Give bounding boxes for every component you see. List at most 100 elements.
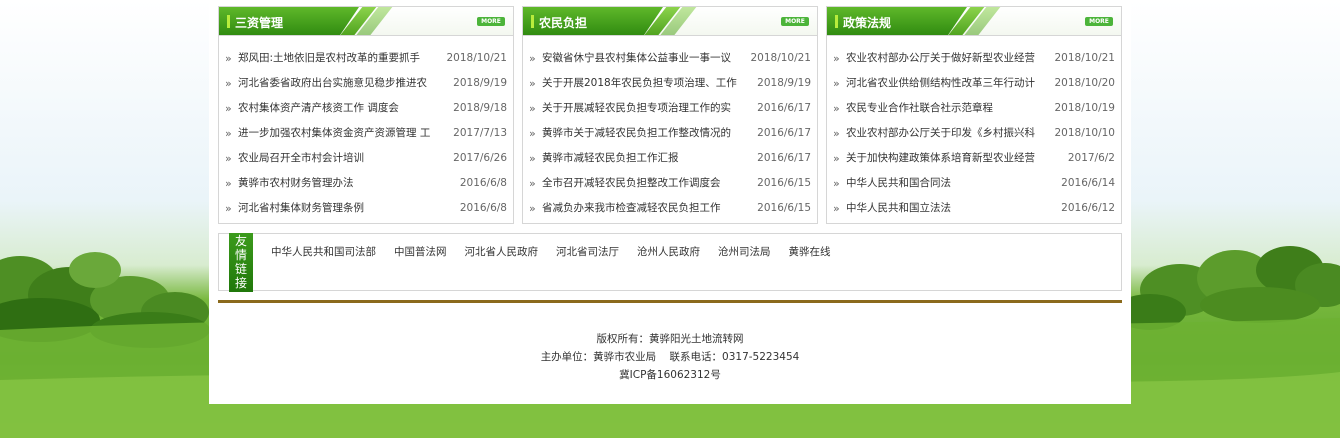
link-hebei-justice-department[interactable]: 河北省司法厅 bbox=[556, 244, 619, 259]
news-title[interactable]: 农民专业合作社联合社示范章程 bbox=[846, 96, 1053, 121]
link-cangzhou-government[interactable]: 沧州人民政府 bbox=[637, 244, 700, 259]
footer: 版权所有：黄骅阳光土地流转网 主办单位：黄骅市农业局 联系电话：0317-522… bbox=[209, 330, 1131, 384]
right-trees bbox=[1114, 246, 1340, 330]
news-title[interactable]: 农业农村部办公厅关于做好新型农业经营 bbox=[846, 46, 1053, 71]
list-item[interactable]: » 省减负办来我市检查减轻农民负担工作 2016/6/15 bbox=[529, 196, 813, 221]
more-button[interactable]: MORE bbox=[1085, 17, 1113, 26]
news-title[interactable]: 黄骅市农村财务管理办法 bbox=[238, 171, 445, 196]
list-item[interactable]: » 关于加快构建政策体系培育新型农业经营 2017/6/2 bbox=[833, 146, 1117, 171]
news-title[interactable]: 河北省村集体财务管理条例 bbox=[238, 196, 445, 221]
footer-sponsor: 主办单位：黄骅市农业局 联系电话：0317-5223454 bbox=[540, 351, 800, 363]
more-button[interactable]: MORE bbox=[477, 17, 505, 26]
link-hebei-government[interactable]: 河北省人民政府 bbox=[465, 244, 539, 259]
panel-header: 政策法规 MORE bbox=[827, 7, 1121, 36]
news-date: 2016/6/17 bbox=[757, 152, 811, 164]
list-item[interactable]: » 农业农村部办公厅关于做好新型农业经营 2018/10/21 bbox=[833, 46, 1117, 71]
news-title[interactable]: 河北省农业供给侧结构性改革三年行动计 bbox=[846, 71, 1053, 96]
panel-header: 三资管理 MORE bbox=[219, 7, 513, 36]
news-date: 2018/9/19 bbox=[453, 77, 507, 89]
link-huanghua-online[interactable]: 黄骅在线 bbox=[789, 244, 831, 259]
panel-title-tab[interactable]: 农民负担 bbox=[523, 7, 663, 35]
list-item[interactable]: » 农业农村部办公厅关于印发《乡村振兴科 2018/10/10 bbox=[833, 121, 1117, 146]
more-button[interactable]: MORE bbox=[781, 17, 809, 26]
links-row: 中华人民共和国司法部 中国普法网 河北省人民政府 河北省司法厅 沧州人民政府 沧… bbox=[271, 244, 849, 259]
double-arrow-icon: » bbox=[833, 152, 840, 165]
news-date: 2018/10/19 bbox=[1054, 102, 1115, 114]
panel-header: 农民负担 MORE bbox=[523, 7, 817, 36]
list-item[interactable]: » 农业局召开全市村会计培训 2017/6/26 bbox=[225, 146, 509, 171]
list-item[interactable]: » 中华人民共和国立法法 2016/6/12 bbox=[833, 196, 1117, 221]
double-arrow-icon: » bbox=[833, 177, 840, 190]
list-item[interactable]: » 全市召开减轻农民负担整改工作调度会 2016/6/15 bbox=[529, 171, 813, 196]
footer-icp[interactable]: 冀ICP备16062312号 bbox=[209, 366, 1131, 384]
list-item[interactable]: » 中华人民共和国合同法 2016/6/14 bbox=[833, 171, 1117, 196]
double-arrow-icon: » bbox=[833, 102, 840, 115]
list-item[interactable]: » 郑风田:土地依旧是农村改革的重要抓手 2018/10/21 bbox=[225, 46, 509, 71]
list-item[interactable]: » 河北省委省政府出台实施意见稳步推进农 2018/9/19 bbox=[225, 71, 509, 96]
news-date: 2016/6/15 bbox=[757, 202, 811, 214]
news-date: 2017/7/13 bbox=[453, 127, 507, 139]
news-date: 2016/6/17 bbox=[757, 102, 811, 114]
list-item[interactable]: » 黄骅市关于减轻农民负担工作整改情况的 2016/6/17 bbox=[529, 121, 813, 146]
double-arrow-icon: » bbox=[833, 77, 840, 90]
list-item[interactable]: » 关于开展减轻农民负担专项治理工作的实 2016/6/17 bbox=[529, 96, 813, 121]
double-arrow-icon: » bbox=[529, 52, 536, 65]
title-bar-icon bbox=[227, 15, 230, 28]
links-label-char: 情 bbox=[234, 248, 247, 262]
news-list: » 安徽省休宁县农村集体公益事业一事一议 2018/10/21 » 关于开展2018年… bbox=[523, 36, 817, 221]
list-item[interactable]: » 黄骅市减轻农民负担工作汇报 2016/6/17 bbox=[529, 146, 813, 171]
footer-copyright: 版权所有：黄骅阳光土地流转网 bbox=[596, 333, 744, 345]
news-date: 2016/6/12 bbox=[1061, 202, 1115, 214]
list-item[interactable]: » 关于开展2018年农民负担专项治理、工作 2018/9/19 bbox=[529, 71, 813, 96]
news-title[interactable]: 农村集体资产清产核资工作 调度会 bbox=[238, 96, 445, 121]
news-list: » 农业农村部办公厅关于做好新型农业经营 2018/10/21 » 河北省农业供给侧结… bbox=[827, 36, 1121, 221]
panel-title-tab[interactable]: 政策法规 bbox=[827, 7, 967, 35]
link-ministry-of-justice[interactable]: 中华人民共和国司法部 bbox=[271, 244, 376, 259]
list-item[interactable]: » 河北省农业供给侧结构性改革三年行动计 2018/10/20 bbox=[833, 71, 1117, 96]
news-date: 2018/10/21 bbox=[750, 52, 811, 64]
panel-policy-law: 政策法规 MORE » 农业农村部办公厅关于做好新型农业经营 2018/10/21 … bbox=[826, 6, 1122, 224]
list-item[interactable]: » 安徽省休宁县农村集体公益事业一事一议 2018/10/21 bbox=[529, 46, 813, 71]
double-arrow-icon: » bbox=[225, 102, 232, 115]
double-arrow-icon: » bbox=[529, 152, 536, 165]
news-title[interactable]: 农业农村部办公厅关于印发《乡村振兴科 bbox=[846, 121, 1053, 146]
news-title[interactable]: 安徽省休宁县农村集体公益事业一事一议 bbox=[542, 46, 749, 71]
list-item[interactable]: » 黄骅市农村财务管理办法 2016/6/8 bbox=[225, 171, 509, 196]
list-item[interactable]: » 农村集体资产清产核资工作 调度会 2018/9/18 bbox=[225, 96, 509, 121]
double-arrow-icon: » bbox=[225, 127, 232, 140]
news-title[interactable]: 中华人民共和国立法法 bbox=[846, 196, 1053, 221]
news-title[interactable]: 关于开展减轻农民负担专项治理工作的实 bbox=[542, 96, 749, 121]
news-title[interactable]: 农业局召开全市村会计培训 bbox=[238, 146, 445, 171]
double-arrow-icon: » bbox=[529, 77, 536, 90]
double-arrow-icon: » bbox=[529, 177, 536, 190]
news-date: 2016/6/8 bbox=[459, 202, 507, 214]
link-cangzhou-justice-bureau[interactable]: 沧州司法局 bbox=[718, 244, 771, 259]
list-item[interactable]: » 农民专业合作社联合社示范章程 2018/10/19 bbox=[833, 96, 1117, 121]
news-date: 2016/6/15 bbox=[757, 177, 811, 189]
list-item[interactable]: » 进一步加强农村集体资金资产资源管理 工 2017/7/13 bbox=[225, 121, 509, 146]
panel-title: 农民负担 bbox=[539, 16, 588, 30]
page-container: 三资管理 MORE » 郑风田:土地依旧是农村改革的重要抓手 2018/10/21 … bbox=[209, 0, 1131, 404]
news-title[interactable]: 郑风田:土地依旧是农村改革的重要抓手 bbox=[238, 46, 445, 71]
panel-title-tab[interactable]: 三资管理 bbox=[219, 7, 359, 35]
panel-three-assets: 三资管理 MORE » 郑风田:土地依旧是农村改革的重要抓手 2018/10/21 … bbox=[218, 6, 514, 224]
news-date: 2016/6/8 bbox=[459, 177, 507, 189]
panel-title: 政策法规 bbox=[843, 16, 892, 30]
friendly-links-label: 友 情 链 接 bbox=[229, 233, 253, 292]
link-china-legal-education[interactable]: 中国普法网 bbox=[394, 244, 447, 259]
news-title[interactable]: 河北省委省政府出台实施意见稳步推进农 bbox=[238, 71, 445, 96]
news-title[interactable]: 中华人民共和国合同法 bbox=[846, 171, 1053, 196]
news-title[interactable]: 关于加快构建政策体系培育新型农业经营 bbox=[846, 146, 1053, 171]
links-label-char: 接 bbox=[234, 276, 247, 290]
links-label-char: 链 bbox=[234, 262, 247, 276]
news-date: 2018/9/19 bbox=[757, 77, 811, 89]
news-title[interactable]: 黄骅市减轻农民负担工作汇报 bbox=[542, 146, 749, 171]
news-title[interactable]: 省减负办来我市检查减轻农民负担工作 bbox=[542, 196, 749, 221]
news-title[interactable]: 进一步加强农村集体资金资产资源管理 工 bbox=[238, 121, 445, 146]
news-title[interactable]: 关于开展2018年农民负担专项治理、工作 bbox=[542, 71, 749, 96]
news-title[interactable]: 全市召开减轻农民负担整改工作调度会 bbox=[542, 171, 749, 196]
double-arrow-icon: » bbox=[529, 127, 536, 140]
double-arrow-icon: » bbox=[225, 77, 232, 90]
news-title[interactable]: 黄骅市关于减轻农民负担工作整改情况的 bbox=[542, 121, 749, 146]
list-item[interactable]: » 河北省村集体财务管理条例 2016/6/8 bbox=[225, 196, 509, 221]
